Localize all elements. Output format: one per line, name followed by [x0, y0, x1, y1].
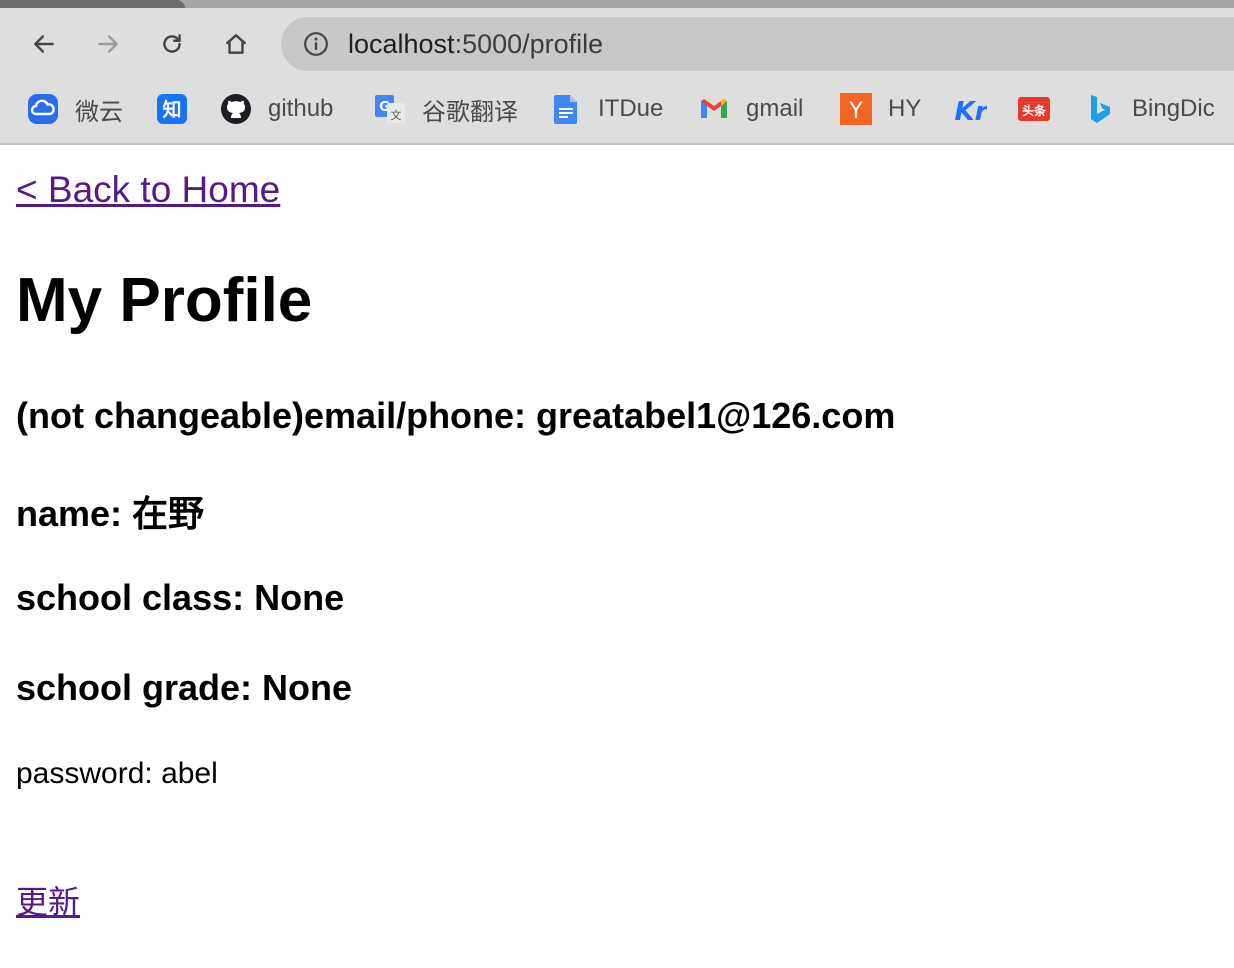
bookmark-label: HY: [888, 95, 922, 122]
bing-icon: [1084, 93, 1116, 125]
home-button[interactable]: [218, 26, 254, 62]
forward-button[interactable]: [90, 26, 126, 62]
bookmark-label: ITDue: [598, 95, 664, 122]
email-phone-text: (not changeable)email/phone: greatabel1@…: [16, 395, 896, 436]
password-text: password: abel: [16, 757, 218, 790]
bookmark-label: 谷歌翻译: [422, 98, 518, 126]
tab-strip: [0, 0, 1234, 8]
arrow-right-icon: [98, 35, 118, 53]
school-grade-text: school grade: None: [16, 667, 353, 708]
svg-text:头条: 头条: [1022, 103, 1047, 118]
zhihu-icon: 知: [156, 93, 188, 125]
bookmarks-bar: 微云 知 github G文 谷歌翻译 ITDue gmail Y HY Kr: [0, 86, 1234, 130]
bookmark-google-translate[interactable]: G文 谷歌翻译: [374, 92, 518, 126]
bookmark-gmail[interactable]: gmail: [698, 92, 803, 126]
svg-text:Y: Y: [848, 99, 863, 124]
update-link[interactable]: 更新: [16, 877, 80, 923]
36kr-icon: Kr: [955, 93, 987, 125]
bookmark-toutiao[interactable]: 头条: [1018, 92, 1066, 126]
url-host: localhost: [348, 29, 455, 59]
browser-toolbar: localhost:5000/profile: [0, 16, 1234, 72]
arrow-left-icon: [34, 35, 54, 53]
bookmark-itdue[interactable]: ITDue: [550, 92, 663, 126]
svg-text:Kr: Kr: [955, 97, 987, 125]
url-path: :5000/profile: [454, 29, 604, 59]
back-to-home-link[interactable]: < Back to Home: [16, 169, 280, 211]
name-text: name: 在野: [16, 493, 205, 534]
active-tab[interactable]: [0, 0, 185, 8]
github-icon: [220, 93, 252, 125]
url-text: localhost:5000/profile: [348, 29, 603, 60]
bookmark-hy[interactable]: Y HY: [840, 92, 921, 126]
bookmark-label: 微云: [75, 98, 123, 126]
google-translate-icon: G文: [374, 93, 406, 125]
bookmark-label: github: [268, 95, 334, 122]
address-bar[interactable]: localhost:5000/profile: [281, 17, 1234, 71]
gmail-icon: [698, 93, 730, 125]
bookmark-bingdic[interactable]: BingDic: [1084, 92, 1215, 126]
school-class-text: school class: None: [16, 577, 345, 618]
home-icon: [226, 34, 246, 54]
back-button[interactable]: [26, 26, 62, 62]
page-content: < Back to Home My Profile (not changeabl…: [0, 145, 1234, 968]
bookmark-zhihu[interactable]: 知: [156, 92, 204, 126]
bookmark-weiyun[interactable]: 微云: [27, 92, 123, 126]
browser-chrome: localhost:5000/profile 微云 知 github G文 谷歌…: [0, 0, 1234, 145]
weiyun-cloud-icon: [27, 93, 59, 125]
svg-text:文: 文: [391, 108, 402, 122]
page-title: My Profile: [16, 266, 313, 335]
reload-button[interactable]: [154, 26, 190, 62]
bookmark-label: gmail: [746, 95, 804, 122]
hacker-news-y-icon: Y: [840, 93, 872, 125]
toutiao-icon: 头条: [1018, 93, 1050, 125]
google-docs-icon: [550, 93, 582, 125]
reload-icon: [163, 34, 181, 53]
bookmark-github[interactable]: github: [220, 92, 333, 126]
info-icon[interactable]: [303, 31, 329, 57]
bookmark-36kr[interactable]: Kr: [955, 92, 1003, 126]
bookmark-label: BingDic: [1132, 95, 1215, 122]
svg-text:知: 知: [162, 98, 181, 121]
